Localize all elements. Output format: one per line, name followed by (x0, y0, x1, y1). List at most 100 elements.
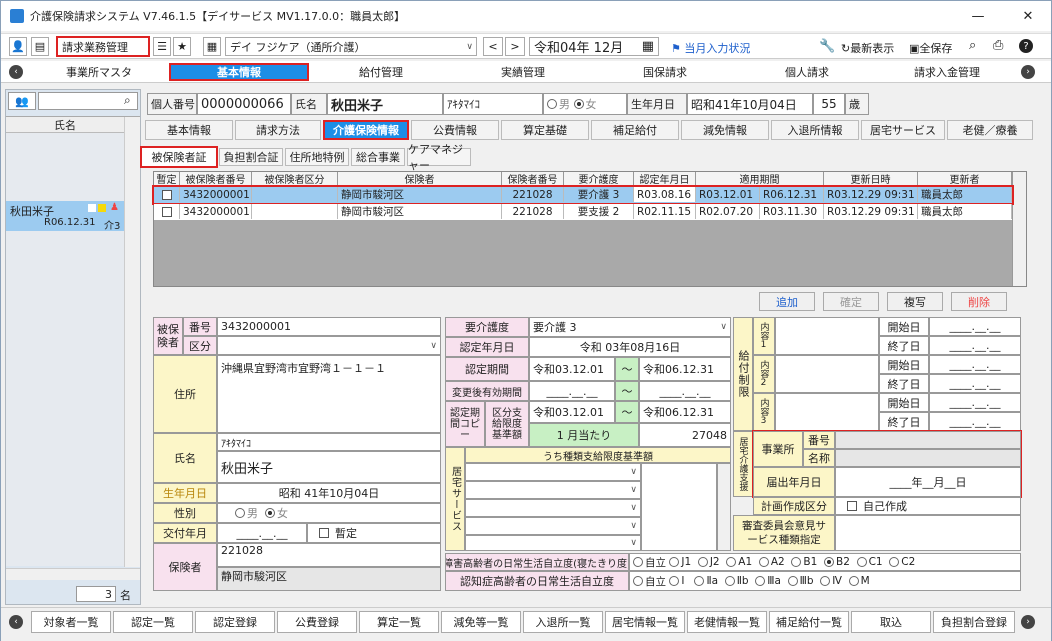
nav-right-icon[interactable]: › (1021, 65, 1035, 79)
row-check[interactable] (154, 204, 180, 219)
bottom-btn-burden-reg[interactable]: 負担割合登録 (933, 611, 1015, 633)
radio[interactable] (694, 576, 705, 586)
bottom-btn-calc-list[interactable]: 算定一覧 (359, 611, 439, 633)
office-icon[interactable]: ▦ (203, 37, 221, 56)
bottom-btn-cert-reg[interactable]: 認定登録 (195, 611, 275, 633)
bottom-btn-import[interactable]: 取込 (851, 611, 931, 633)
kind-select-2[interactable]: ∨ (465, 481, 641, 499)
radio[interactable] (724, 576, 735, 586)
radio[interactable] (848, 576, 859, 586)
end-input-3[interactable]: ____.__.__ (929, 412, 1021, 431)
content-input-3[interactable] (775, 393, 879, 431)
address-input[interactable]: 沖縄県宜野湾市宜野湾１－１－１ (217, 355, 441, 433)
start-input-2[interactable]: ____.__.__ (929, 355, 1021, 374)
nav-left-icon[interactable]: ‹ (9, 65, 23, 79)
bottom-btn-reduction-list[interactable]: 減免等一覧 (441, 611, 521, 633)
radio[interactable] (633, 576, 643, 586)
prev-month-button[interactable]: < (483, 37, 503, 56)
nav-item-basic-info[interactable]: 基本情報 (169, 63, 309, 81)
bottom-btn-home-list[interactable]: 居宅情報一覧 (605, 611, 685, 633)
cert-to-input[interactable]: 令和06.12.31 (639, 357, 731, 381)
content-input-2[interactable] (775, 355, 879, 393)
bottom-btn-supp-list[interactable]: 補足給付一覧 (769, 611, 849, 633)
bottom-btn-cert-list[interactable]: 認定一覧 (113, 611, 193, 633)
kind-select-3[interactable]: ∨ (465, 499, 641, 517)
list-icon[interactable]: ☰ (153, 37, 171, 56)
start-input-1[interactable]: ____.__.__ (929, 317, 1021, 336)
tab-reduction[interactable]: 減免情報 (681, 120, 769, 140)
bottom-btn-geriatric-list[interactable]: 老健情報一覧 (687, 611, 767, 633)
radio[interactable] (820, 576, 831, 586)
opinion-input[interactable] (835, 515, 1021, 551)
radio[interactable] (889, 557, 900, 567)
confirm-button[interactable]: 確定 (823, 292, 879, 311)
refresh-button[interactable]: ↻最新表示 (841, 40, 894, 56)
tab-supp-benefit[interactable]: 補足給付 (591, 120, 679, 140)
checkbox[interactable] (319, 528, 329, 538)
help-icon[interactable]: ? (1019, 39, 1033, 53)
tab-home-service[interactable]: 居宅サービス (861, 120, 945, 140)
copy-button[interactable]: 複写 (887, 292, 943, 311)
checkbox[interactable] (161, 206, 172, 217)
delete-button[interactable]: 削除 (951, 292, 1007, 311)
input-status-link[interactable]: ⚑ 当月入力状況 (671, 40, 750, 56)
star-icon[interactable]: ★ (173, 37, 191, 56)
content-input-1[interactable] (775, 317, 879, 355)
limit-to-input[interactable]: 令和06.12.31 (639, 401, 731, 423)
checkbox[interactable] (847, 501, 857, 511)
insurer-no-input[interactable]: 221028 (217, 543, 441, 567)
subtab-caremanager[interactable]: ケアマネジャー (407, 143, 471, 172)
nav-item-personal[interactable]: 個人請求 (737, 63, 877, 81)
search-icon-left[interactable]: ⌕ (124, 93, 131, 108)
kind-scrollbar[interactable] (717, 463, 731, 551)
kind-select-5[interactable]: ∨ (465, 535, 641, 551)
copy-period-button[interactable]: 認定期間コピー (445, 401, 485, 447)
bottom-btn-list[interactable]: 対象者一覧 (31, 611, 111, 633)
maximize-button[interactable] (963, 1, 1009, 31)
nav-item-kokuho[interactable]: 国保請求 (595, 63, 735, 81)
radio[interactable] (697, 557, 708, 567)
radio[interactable] (633, 557, 643, 567)
checkbox[interactable] (161, 189, 172, 200)
nav-item-office-master[interactable]: 事業所マスタ (31, 63, 167, 81)
period-field[interactable]: 令和04年 12月 ▦ (529, 37, 659, 56)
nav-item-results[interactable]: 実績管理 (453, 63, 593, 81)
grid-scrollbar[interactable] (1012, 172, 1026, 286)
subtab-burden-ratio[interactable]: 負担割合証 (219, 148, 283, 166)
cert-from-input[interactable]: 令和03.12.01 (529, 357, 615, 381)
chg-to-input[interactable]: ____.__.__ (639, 381, 731, 401)
end-input-2[interactable]: ____.__.__ (929, 374, 1021, 393)
add-button[interactable]: 追加 (759, 292, 815, 311)
insured-number-input[interactable]: 3432000001 (217, 317, 441, 336)
people-icon[interactable]: 👥 (8, 92, 36, 110)
nav-item-benefit[interactable]: 給付管理 (311, 63, 451, 81)
patient-row[interactable]: 秋田米子 ♟ R06.12.31 介3 (6, 201, 124, 232)
calendar-icon[interactable]: ▤ (31, 37, 49, 56)
user-icon[interactable]: 👤 (9, 37, 27, 56)
tab-basic-info[interactable]: 基本情報 (145, 120, 233, 140)
save-all-button[interactable]: ▣全保存 (909, 40, 952, 56)
row-check[interactable] (154, 187, 180, 202)
cert-date-value[interactable]: 令和 03年08月16日 (529, 337, 731, 357)
kind-amounts[interactable] (641, 463, 717, 551)
chg-from-input[interactable]: ____.__.__ (529, 381, 615, 401)
tab-calc-basis[interactable]: 算定基礎 (501, 120, 589, 140)
office-name-input[interactable] (835, 449, 1021, 467)
close-button[interactable]: ✕ (1005, 1, 1051, 31)
patient-search-input[interactable] (38, 92, 138, 110)
self-made-checkbox[interactable]: 自己作成 (835, 497, 1021, 515)
end-input-1[interactable]: ____.__.__ (929, 336, 1021, 355)
start-input-3[interactable]: ____.__.__ (929, 393, 1021, 412)
subtab-insured-card[interactable]: 被保険者証 (140, 146, 218, 168)
tab-admission[interactable]: 入退所情報 (771, 120, 859, 140)
tab-care-insurance[interactable]: 介護保険情報 (323, 120, 409, 140)
tab-billing-method[interactable]: 請求方法 (235, 120, 321, 140)
dementia1-radio-group[interactable]: 自立 J1 J2 A1 A2 B1 B2 C1 C2 (629, 553, 1021, 571)
notify-input[interactable]: ____年__月__日 (835, 467, 1021, 497)
radio[interactable] (787, 576, 798, 586)
dementia2-radio-group[interactable]: 自立 Ⅰ Ⅱa Ⅱb Ⅲa Ⅲb Ⅳ M (629, 571, 1021, 591)
tab-geriatric[interactable]: 老健／療養 (947, 120, 1033, 140)
mode-select[interactable]: 請求業務管理 (56, 36, 150, 57)
table-row[interactable]: 3432000001 静岡市駿河区 221028 要介護 3 R03.08.16… (152, 185, 1014, 205)
search-icon[interactable]: ⌕ (969, 38, 976, 53)
